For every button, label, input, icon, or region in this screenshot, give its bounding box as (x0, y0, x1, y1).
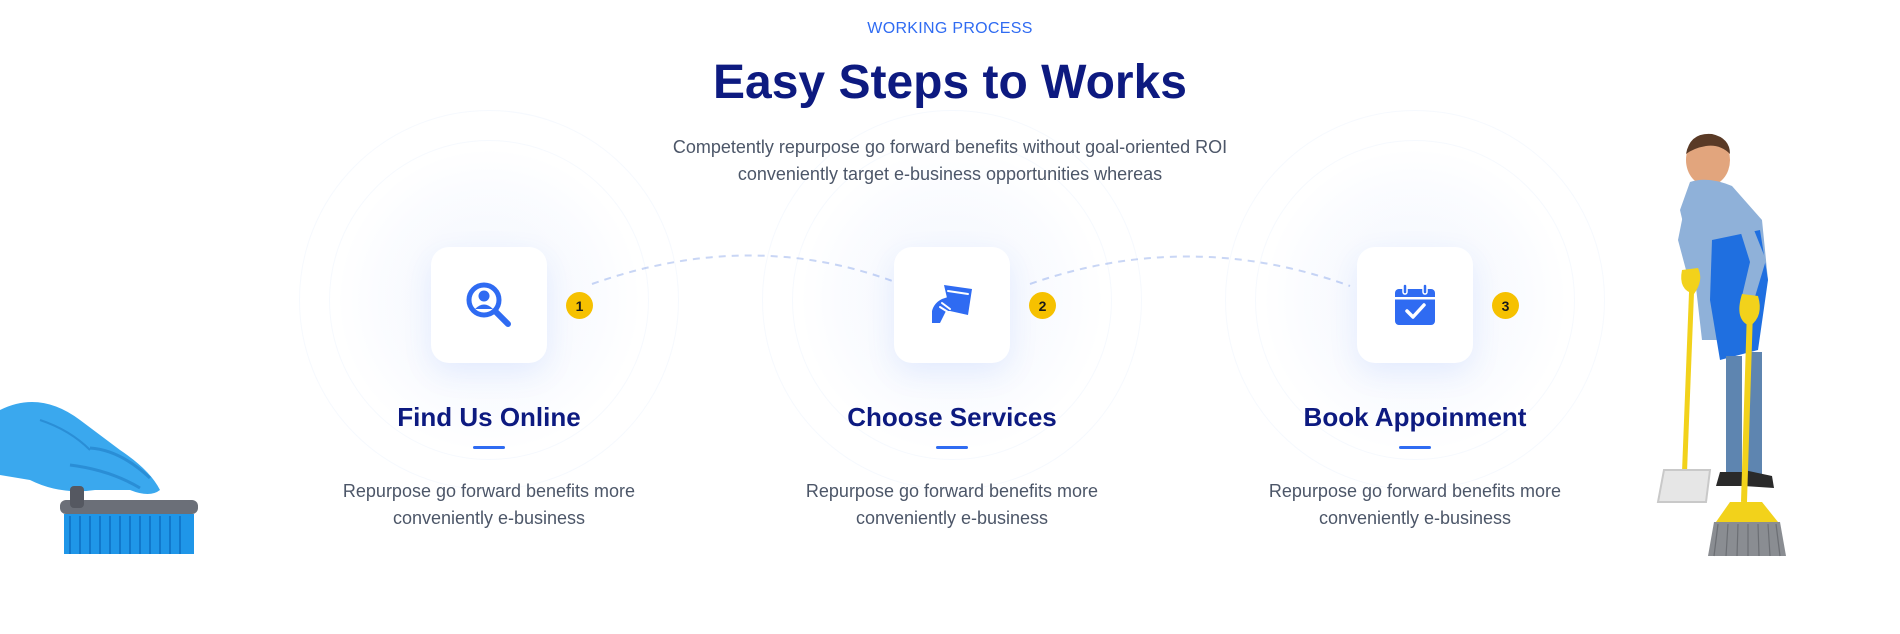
step-desc-line-2: conveniently e-business (1318, 508, 1512, 528)
step-title-rule (1399, 446, 1431, 449)
step-desc-line-1: Repurpose go forward benefits more (805, 481, 1099, 501)
step-title-rule (936, 446, 968, 449)
step-title-rule (473, 446, 505, 449)
step-card-3: 3 Book Appoinment Repurpose go forward b… (1225, 110, 1605, 532)
step-description: Repurpose go forward benefits more conve… (782, 478, 1122, 532)
step-icon-box (431, 247, 547, 363)
step-number-badge: 1 (566, 292, 593, 319)
step-title: Choose Services (847, 402, 1057, 432)
step-desc-line-2: conveniently e-business (855, 508, 1049, 528)
step-title: Book Appoinment (1303, 402, 1527, 432)
step-icon-box (894, 247, 1010, 363)
step-card-2: 2 Choose Services Repurpose go forward b… (762, 110, 1142, 532)
step-number-badge: 3 (1492, 292, 1519, 319)
step-desc-line-1: Repurpose go forward benefits more (342, 481, 636, 501)
step-description: Repurpose go forward benefits more conve… (1245, 478, 1585, 532)
step-number-badge: 2 (1029, 292, 1056, 319)
magnifier-user-icon (466, 282, 511, 327)
step-card-1: 1 Find Us Online Repurpose go forward be… (299, 110, 679, 532)
step-icon-box (1357, 247, 1473, 363)
cleaner-with-broom-illustration (1656, 133, 1786, 557)
step-title: Find Us Online (397, 402, 581, 432)
calendar-check-icon (1395, 283, 1435, 325)
cleaning-cloth-hand-icon (932, 285, 972, 323)
step-description: Repurpose go forward benefits more conve… (319, 478, 659, 532)
step-desc-line-2: conveniently e-business (392, 508, 586, 528)
step-desc-line-1: Repurpose go forward benefits more (1268, 481, 1562, 501)
gloved-hand-brush-illustration (0, 402, 198, 554)
